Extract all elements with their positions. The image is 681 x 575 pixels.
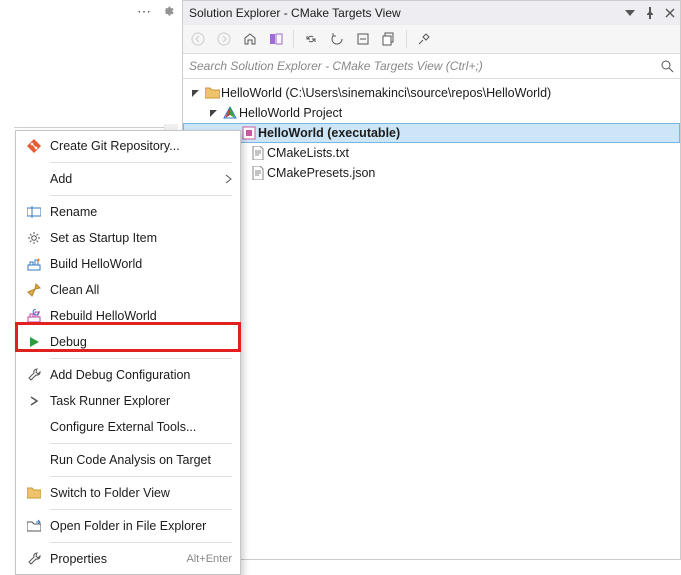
folder-icon [203,87,221,99]
menu-label: Build HelloWorld [50,257,232,271]
home-icon[interactable] [239,28,261,50]
collapse-icon[interactable] [352,28,374,50]
menu-set-startup[interactable]: Set as Startup Item [16,225,240,251]
menu-label: Add Debug Configuration [50,368,232,382]
chevron-right-icon [24,391,44,411]
rename-icon [24,202,44,222]
wrench-icon [24,549,44,569]
menu-label: Configure External Tools... [50,420,232,434]
menu-create-git-repository[interactable]: Create Git Repository... [16,133,240,159]
chevron-right-icon [225,174,232,184]
switch-views-icon[interactable] [265,28,287,50]
tree-label: HelloWorld Project [239,106,342,120]
panel-title: Solution Explorer - CMake Targets View [189,6,401,20]
tree-project[interactable]: HelloWorld Project [183,103,680,123]
search-icon[interactable] [660,59,674,73]
menu-rename[interactable]: Rename [16,199,240,225]
menu-label: Rebuild HelloWorld [50,309,232,323]
menu-label: Debug [50,335,232,349]
gear-icon[interactable] [160,4,174,18]
menu-label: Add [50,172,225,186]
menu-add[interactable]: Add [16,166,240,192]
menu-rebuild[interactable]: Rebuild HelloWorld [16,303,240,329]
menu-build[interactable]: Build HelloWorld [16,251,240,277]
file-icon [249,166,267,180]
chevron-down-icon[interactable] [189,87,201,99]
play-icon [24,332,44,352]
divider [14,127,164,128]
tree-label: HelloWorld (C:\Users\sinemakinci\source\… [221,86,551,100]
menu-label: Set as Startup Item [50,231,232,245]
context-menu: Create Git Repository... Add Rename Set … [15,130,241,575]
more-icon[interactable]: ⋯ [137,3,152,20]
tree-view: HelloWorld (C:\Users\sinemakinci\source\… [183,79,680,559]
menu-separator [50,476,232,477]
wrench-icon [24,365,44,385]
menu-label: Open Folder in File Explorer [50,519,232,533]
broom-icon [24,280,44,300]
rebuild-icon [24,306,44,326]
menu-clean-all[interactable]: Clean All [16,277,240,303]
menu-label: Create Git Repository... [50,139,232,153]
file-icon [249,146,267,160]
window-options-icon[interactable] [620,3,640,23]
tree-file[interactable]: CMakeLists.txt [183,143,680,163]
menu-label: Rename [50,205,232,219]
forward-icon[interactable] [213,28,235,50]
menu-switch-folder-view[interactable]: Switch to Folder View [16,480,240,506]
menu-label: Switch to Folder View [50,486,232,500]
gear-icon [24,228,44,248]
folder-switch-icon [24,483,44,503]
executable-icon [240,126,258,140]
menu-separator [50,542,232,543]
sync-icon[interactable] [300,28,322,50]
menu-run-code-analysis[interactable]: Run Code Analysis on Target [16,447,240,473]
chevron-down-icon[interactable] [207,107,219,119]
pin-icon[interactable] [640,3,660,23]
search-bar[interactable] [183,53,680,79]
tree-label: CMakeLists.txt [267,146,349,160]
close-icon[interactable] [660,3,680,23]
menu-label: Task Runner Explorer [50,394,232,408]
properties-icon[interactable] [413,28,435,50]
tree-root[interactable]: HelloWorld (C:\Users\sinemakinci\source\… [183,83,680,103]
build-icon [24,254,44,274]
panel-toolbar [183,25,680,53]
git-icon [24,136,44,156]
open-folder-icon [24,516,44,536]
menu-label: Run Code Analysis on Target [50,453,232,467]
menu-separator [50,509,232,510]
menu-label: Clean All [50,283,232,297]
menu-task-runner[interactable]: Task Runner Explorer [16,388,240,414]
tree-label: HelloWorld (executable) [258,126,400,140]
menu-separator [50,162,232,163]
blank-icon [24,450,44,470]
menu-debug[interactable]: Debug [16,329,240,355]
menu-separator [50,358,232,359]
tree-file[interactable]: CMakePresets.json [183,163,680,183]
menu-separator [50,195,232,196]
refresh-icon[interactable] [326,28,348,50]
menu-shortcut: Alt+Enter [186,553,232,565]
show-all-icon[interactable] [378,28,400,50]
tree-label: CMakePresets.json [267,166,375,180]
menu-separator [50,443,232,444]
tree-target-selected[interactable]: HelloWorld (executable) [183,123,680,143]
blank-icon [24,417,44,437]
search-input[interactable] [189,59,660,73]
panel-titlebar[interactable]: Solution Explorer - CMake Targets View [183,1,680,25]
menu-add-debug-config[interactable]: Add Debug Configuration [16,362,240,388]
blank-icon [24,169,44,189]
menu-properties[interactable]: Properties Alt+Enter [16,546,240,572]
menu-configure-external-tools[interactable]: Configure External Tools... [16,414,240,440]
cmake-project-icon [221,106,239,120]
menu-open-folder-explorer[interactable]: Open Folder in File Explorer [16,513,240,539]
back-icon[interactable] [187,28,209,50]
solution-explorer-panel: Solution Explorer - CMake Targets View H… [182,0,681,560]
menu-label: Properties [50,552,186,566]
